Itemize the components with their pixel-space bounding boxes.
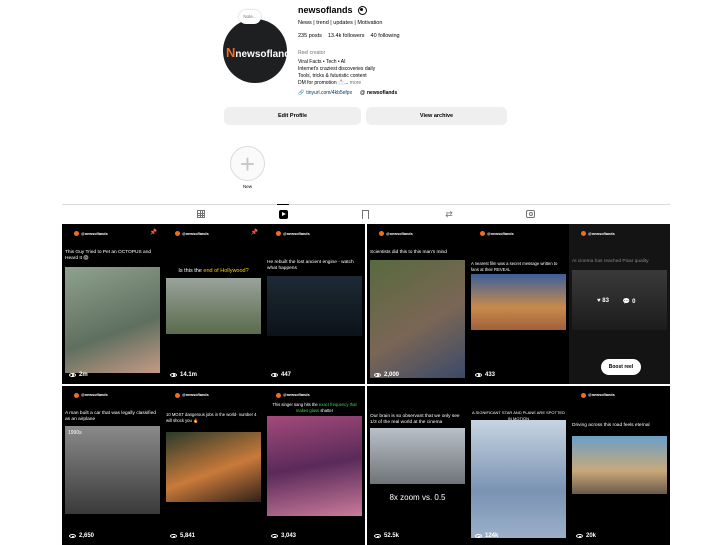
reel-tile[interactable]: @newsoflands 📌 This Guy Tried to Pet an …: [62, 224, 163, 384]
avatar-image: Nnewsoflands: [223, 19, 287, 83]
view-count: 3,043: [271, 533, 296, 539]
links-row: 🔗 tinyurl.com/4kb5efpx @ newsoflands: [298, 90, 397, 96]
tab-reels[interactable]: [277, 204, 289, 220]
grid-icon: [197, 210, 205, 218]
reel-tile[interactable]: @newsoflands This singer sang hits the e…: [264, 386, 365, 545]
pin-icon: 📌: [149, 230, 157, 236]
repost-icon: ⇄: [445, 208, 453, 219]
bookmark-icon: [361, 209, 369, 220]
eye-icon: [69, 534, 76, 538]
heart-icon: ♥: [597, 298, 601, 304]
reel-tile[interactable]: @newsoflands AI cinema has reached Pixar…: [569, 224, 670, 384]
link-icon: 🔗: [298, 90, 305, 96]
eye-icon: [475, 372, 482, 377]
tab-tagged[interactable]: [524, 208, 536, 220]
reel-brand: @newsoflands: [175, 392, 209, 398]
reel-tile[interactable]: Our brain is so observant that we only s…: [367, 386, 468, 545]
reel-brand: @newsoflands: [379, 231, 413, 236]
view-archive-button[interactable]: View archive: [366, 107, 507, 125]
reel-group: Our brain is so observant that we only s…: [367, 385, 670, 545]
avatar-logo: Nnewsoflands: [226, 45, 287, 60]
reel-group: @newsoflands A man built a car that was …: [62, 385, 365, 545]
reel-group: @newsoflands Scientists did this to this…: [367, 224, 670, 384]
reel-brand: @newsoflands: [276, 231, 310, 236]
username: newsoflands: [298, 5, 353, 15]
following-count[interactable]: 40 following: [371, 33, 400, 39]
view-count: 5,841: [170, 533, 195, 539]
reel-tile[interactable]: @newsoflands Scientists did this to this…: [367, 224, 468, 384]
eye-icon: [374, 534, 381, 538]
tagged-icon: [525, 210, 535, 218]
view-count: 2,000: [374, 372, 399, 378]
plus-icon: +: [239, 148, 256, 179]
reel-tile[interactable]: @newsoflands 10 MOST dangerous jobs in t…: [163, 386, 264, 545]
profile-tabs: ⇄: [62, 204, 670, 222]
eye-icon: [271, 534, 278, 538]
reel-brand: @newsoflands: [74, 231, 108, 236]
reel-brand: @newsoflands: [74, 392, 108, 398]
reel-brand: @newsoflands: [175, 231, 209, 236]
highlight-label: New: [242, 184, 252, 189]
reel-tile[interactable]: A SIGNIFICANT STAR AND PLANE ARE SPOTTED…: [468, 386, 569, 545]
profile-role: Reel creator: [298, 50, 326, 56]
reel-group: @newsoflands 📌 This Guy Tried to Pet an …: [62, 224, 365, 384]
category-line: News | trend | updates | Motivation: [298, 20, 383, 26]
followers-count[interactable]: 13.4k followers: [328, 33, 365, 39]
reel-tile[interactable]: @newsoflands He rebuilt the lost ancient…: [264, 224, 365, 384]
eye-icon: [69, 372, 76, 377]
reel-brand: @newsoflands: [581, 231, 615, 236]
view-count: 20k: [576, 533, 596, 539]
eye-icon: [475, 534, 482, 538]
reel-brand: @newsoflands: [581, 392, 615, 398]
reel-brand: @newsoflands: [480, 231, 514, 236]
profile-link[interactable]: 🔗 tinyurl.com/4kb5efpx: [298, 90, 352, 96]
eye-icon: [170, 534, 177, 538]
reel-tile[interactable]: @newsoflands A nearest film was a secret…: [468, 224, 569, 384]
more-link[interactable]: more: [350, 80, 361, 86]
tab-posts[interactable]: [195, 208, 207, 220]
tab-reposts[interactable]: ⇄: [443, 208, 455, 220]
reel-brand: @newsoflands: [276, 392, 310, 398]
profile-stats: 235 posts 13.4k followers 40 following: [298, 33, 400, 39]
posts-count: 235 posts: [298, 33, 322, 39]
edit-profile-button[interactable]: Edit Profile: [224, 107, 361, 125]
eye-icon: [374, 372, 381, 377]
view-count: 124k: [475, 533, 498, 539]
reels-grid: @newsoflands 📌 This Guy Tried to Pet an …: [62, 224, 670, 545]
view-count: 52.5k: [374, 533, 399, 539]
note-bubble[interactable]: Note...: [239, 10, 261, 24]
tab-saved[interactable]: [359, 208, 371, 220]
boost-reel-button[interactable]: Boost reel: [601, 358, 641, 375]
view-count: 14.1m: [170, 372, 197, 378]
eye-icon: [271, 372, 278, 377]
reel-tile[interactable]: @newsoflands 📌 Is this the end of Hollyw…: [163, 224, 264, 384]
view-count: 2,650: [69, 533, 94, 539]
gear-icon[interactable]: [357, 5, 367, 15]
pin-icon: 📌: [250, 230, 258, 236]
profile-avatar[interactable]: Nnewsoflands: [223, 19, 287, 83]
threads-icon: @: [360, 90, 365, 96]
new-highlight-button[interactable]: +: [230, 146, 265, 181]
reel-tile[interactable]: @newsoflands Driving across this road fe…: [569, 386, 670, 545]
view-count: 447: [271, 372, 291, 378]
reels-icon: [278, 210, 288, 219]
engagement: ♥ 83 💬 0: [597, 298, 636, 305]
comment-icon: 💬: [622, 299, 631, 305]
profile-bio: Viral Facts • Tech • AI Internet's crazi…: [298, 59, 376, 86]
view-count: 433: [475, 372, 495, 378]
eye-icon: [170, 372, 177, 377]
view-count: 2m: [69, 372, 88, 378]
username-row: newsoflands: [298, 5, 367, 15]
threads-link[interactable]: @ newsoflands: [360, 90, 397, 96]
reel-tile[interactable]: @newsoflands A man built a car that was …: [62, 386, 163, 545]
eye-icon: [576, 534, 583, 538]
